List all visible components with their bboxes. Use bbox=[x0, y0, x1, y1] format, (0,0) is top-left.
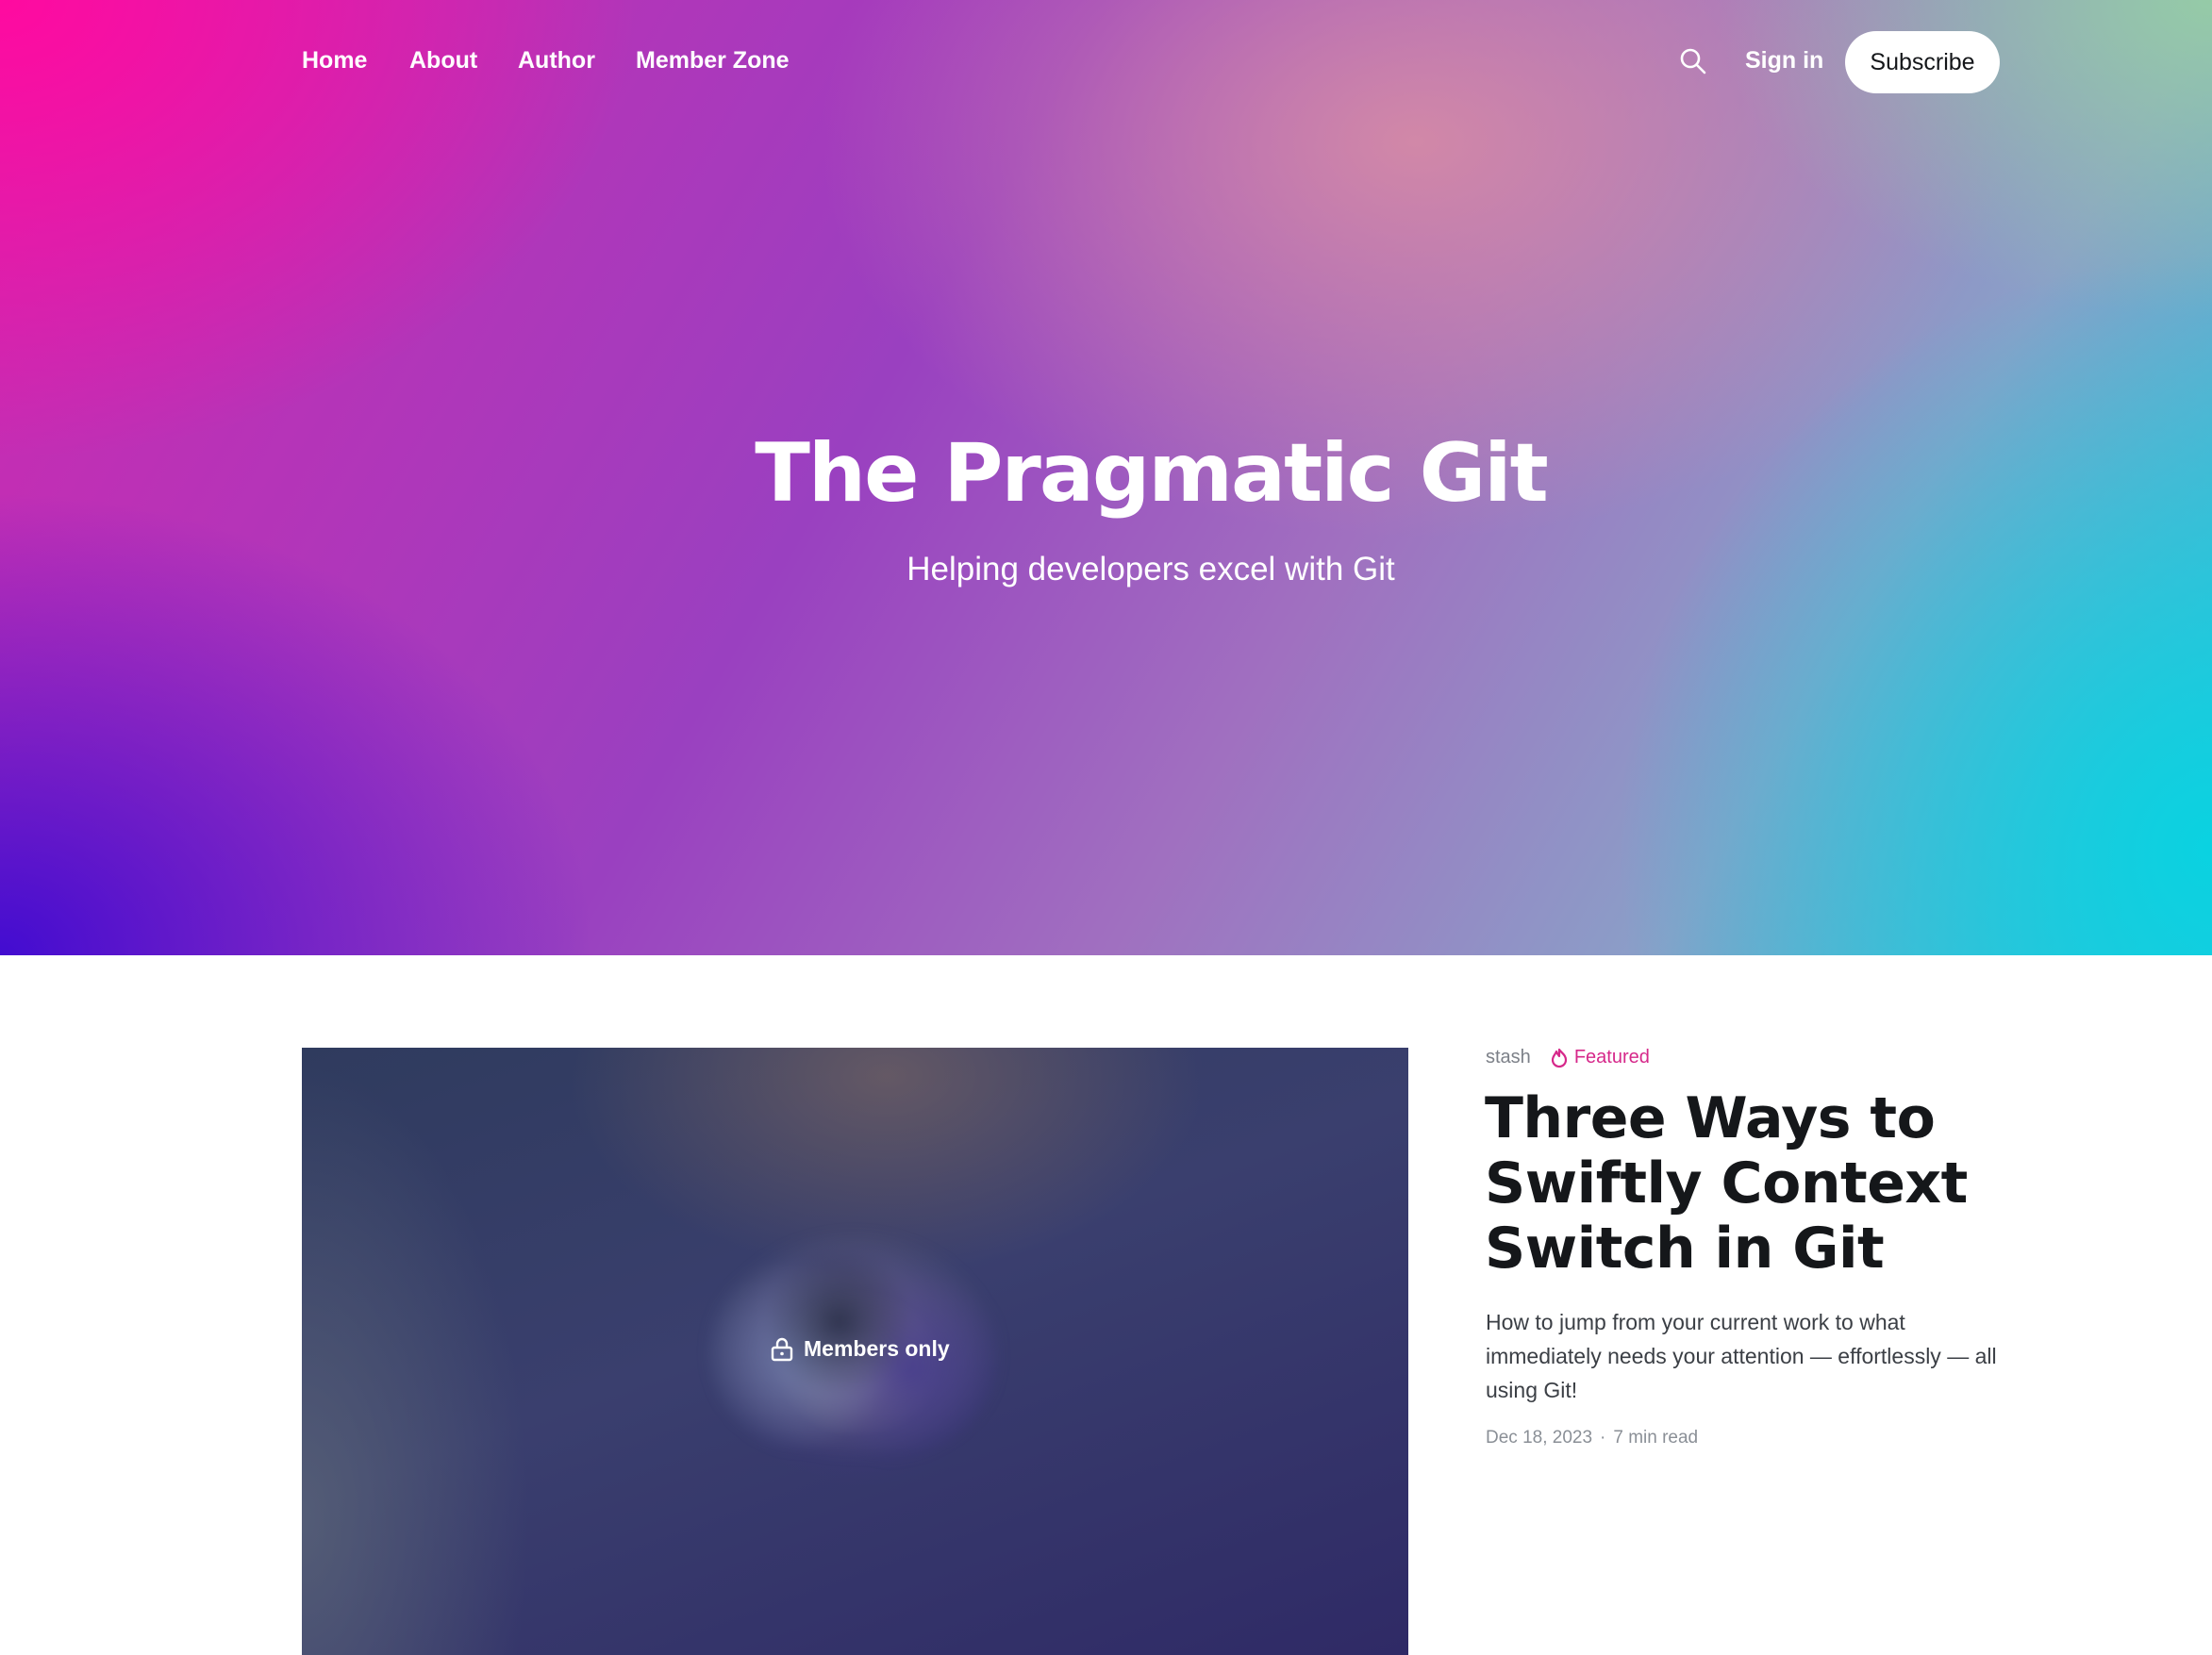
members-only-badge: Members only bbox=[770, 1336, 950, 1362]
flame-icon bbox=[1551, 1048, 1567, 1067]
nav-author-link[interactable]: Author bbox=[518, 47, 595, 74]
nav-home-link[interactable]: Home bbox=[302, 47, 367, 74]
search-button[interactable] bbox=[1679, 47, 1707, 75]
hero-section: Home About Author Member Zone Sign in Su… bbox=[0, 0, 2212, 955]
featured-post-image[interactable]: Members only bbox=[302, 1048, 1408, 1655]
meta-separator: · bbox=[1600, 1428, 1606, 1448]
nav-member-zone-link[interactable]: Member Zone bbox=[636, 47, 790, 74]
post-meta-top: stash Featured bbox=[1486, 1047, 1650, 1068]
featured-label: Featured bbox=[1550, 1047, 1650, 1068]
post-tag[interactable]: stash bbox=[1486, 1047, 1531, 1068]
lock-icon bbox=[771, 1337, 793, 1361]
sign-in-link[interactable]: Sign in bbox=[1745, 47, 1823, 74]
nav-about-link[interactable]: About bbox=[409, 47, 477, 74]
featured-text: Featured bbox=[1573, 1047, 1650, 1067]
site-description: Helping developers excel with Git bbox=[906, 551, 1395, 588]
search-icon bbox=[1680, 48, 1706, 74]
top-navigation: Home About Author Member Zone Sign in Su… bbox=[0, 0, 2212, 124]
post-date: Dec 18, 2023 bbox=[1486, 1428, 1593, 1448]
featured-post-title[interactable]: Three Ways to Swiftly Context Switch in … bbox=[1485, 1086, 2013, 1282]
featured-post-excerpt: How to jump from your current work to wh… bbox=[1486, 1310, 1997, 1402]
subscribe-button[interactable]: Subscribe bbox=[1845, 31, 2000, 93]
site-title: The Pragmatic Git bbox=[755, 426, 1549, 521]
post-meta-bottom: Dec 18, 2023 · 7 min read bbox=[1486, 1428, 1698, 1448]
members-only-label: Members only bbox=[804, 1336, 950, 1361]
post-read-time: 7 min read bbox=[1613, 1428, 1699, 1448]
